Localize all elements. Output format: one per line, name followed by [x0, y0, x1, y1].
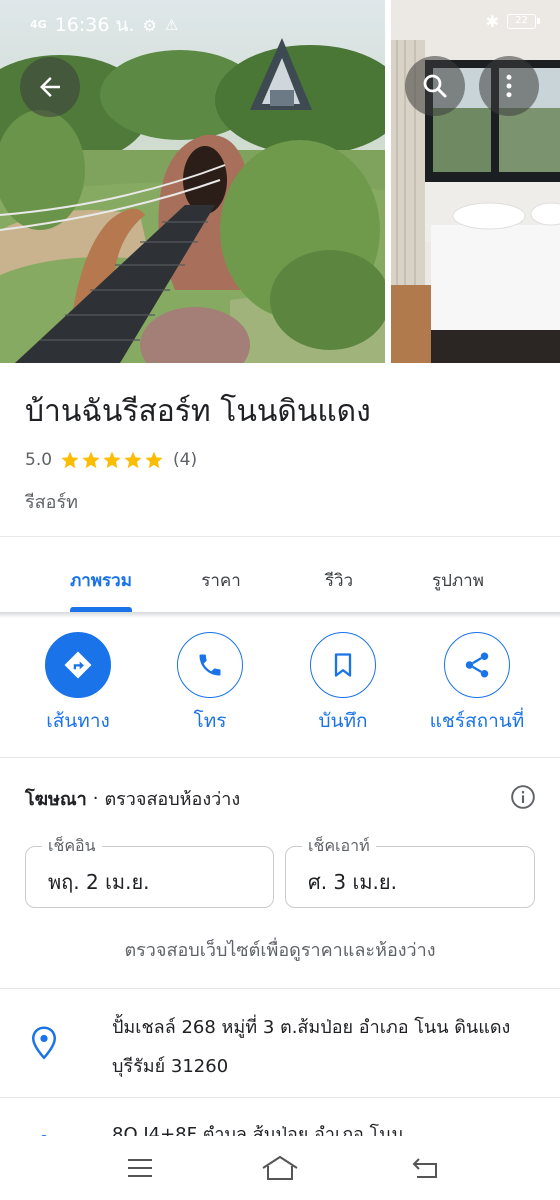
- search-icon: [423, 74, 447, 98]
- directions-icon: [64, 651, 92, 679]
- action-bar: เส้นทาง โทร บันทึก แชร์สถานที่: [0, 632, 560, 742]
- tab-bar: ภาพรวม ราคา รีวิว รูปภาพ: [0, 537, 560, 613]
- bookmark-icon: [334, 653, 352, 677]
- status-time: 16:36 น.: [54, 14, 135, 36]
- room-photo-image: [391, 0, 560, 363]
- place-category: รีสอร์ท: [25, 492, 78, 513]
- back-nav-button[interactable]: [406, 1154, 446, 1182]
- menu-icon: [128, 1159, 152, 1177]
- settings-notification-icon: ⚙: [142, 15, 157, 35]
- check-website-prompt: ตรวจสอบเว็บไซต์เพื่อดูราคาและห้องว่าง: [124, 940, 436, 961]
- ad-tag: โฆษณา: [25, 789, 87, 810]
- tab-overview[interactable]: ภาพรวม: [48, 537, 154, 613]
- save-label: บันทึก: [318, 710, 368, 732]
- network-indicator: 4G: [30, 18, 47, 31]
- battery-indicator: 22: [507, 14, 540, 29]
- warning-notification-icon: ⚠: [164, 16, 179, 34]
- photo-carousel[interactable]: [0, 0, 560, 363]
- star-icon: [103, 451, 121, 469]
- star-icon: [61, 451, 79, 469]
- bluetooth-icon: ✱: [485, 12, 499, 31]
- share-icon: [465, 652, 489, 678]
- checkout-label: เช็คเอาท์: [302, 834, 376, 859]
- section-divider: [0, 988, 560, 989]
- arrow-left-icon: [40, 77, 60, 97]
- location-pin-icon: [31, 1026, 57, 1060]
- phone-icon: [199, 654, 221, 676]
- directions-button-circle[interactable]: [45, 632, 111, 698]
- section-divider: [0, 1097, 560, 1098]
- checkout-field[interactable]: เช็คเอาท์ ศ. 3 เม.ย.: [285, 834, 535, 908]
- share-button[interactable]: แชร์สถานที่: [412, 632, 542, 736]
- back-nav-icon: [412, 1158, 437, 1178]
- ad-header: โฆษณา · ตรวจสอบห้องว่าง: [25, 784, 240, 813]
- star-icon: [124, 451, 142, 469]
- directions-label: เส้นทาง: [46, 710, 110, 732]
- checkin-value: พฤ. 2 เม.ย.: [48, 870, 150, 894]
- info-icon[interactable]: [510, 784, 536, 810]
- status-bar: 4G 16:36 น. ⚙ ⚠ ✱ 22: [0, 0, 560, 44]
- share-label: แชร์สถานที่: [429, 710, 525, 732]
- share-button-circle[interactable]: [444, 632, 510, 698]
- ad-separator: ·: [92, 788, 99, 809]
- tab-prices[interactable]: ราคา: [168, 537, 274, 613]
- checkin-field[interactable]: เช็คอิน พฤ. 2 เม.ย.: [25, 834, 274, 908]
- home-icon: [262, 1155, 298, 1180]
- room-photo[interactable]: [391, 0, 560, 363]
- tab-reviews[interactable]: รีวิว: [286, 537, 392, 613]
- tabs-shadow: [0, 612, 560, 618]
- resort-photo-image: [0, 0, 385, 363]
- star-icon: [145, 451, 163, 469]
- more-options-button[interactable]: [479, 56, 539, 116]
- section-divider: [0, 757, 560, 758]
- rating-row[interactable]: 5.0 (4): [25, 448, 197, 472]
- search-button[interactable]: [405, 56, 465, 116]
- recent-apps-button[interactable]: [120, 1154, 160, 1182]
- address-row[interactable]: ปั้มเชลล์ 268 หมู่ที่ 3 ต.ส้มป่อย อำเภอ …: [112, 1008, 532, 1086]
- star-icon: [82, 451, 100, 469]
- rating-value: 5.0: [25, 450, 53, 470]
- checkin-label: เช็คอิน: [42, 834, 102, 859]
- back-button[interactable]: [20, 57, 80, 117]
- resort-photo[interactable]: [0, 0, 385, 363]
- review-count: (4): [173, 450, 198, 470]
- system-nav-bar: [0, 1136, 560, 1200]
- directions-button[interactable]: เส้นทาง: [13, 632, 143, 736]
- rating-stars: [60, 450, 164, 470]
- call-button-circle[interactable]: [177, 632, 243, 698]
- save-button[interactable]: บันทึก: [278, 632, 408, 736]
- call-button[interactable]: โทร: [145, 632, 275, 736]
- tab-photos[interactable]: รูปภาพ: [405, 537, 511, 613]
- home-button[interactable]: [260, 1154, 300, 1182]
- availability-heading: ตรวจสอบห้องว่าง: [104, 789, 241, 810]
- place-title: บ้านฉันรีสอร์ท โนนดินแดง: [25, 394, 371, 429]
- more-vertical-icon: [506, 74, 512, 98]
- save-button-circle[interactable]: [310, 632, 376, 698]
- checkout-value: ศ. 3 เม.ย.: [308, 870, 397, 894]
- call-label: โทร: [193, 710, 227, 732]
